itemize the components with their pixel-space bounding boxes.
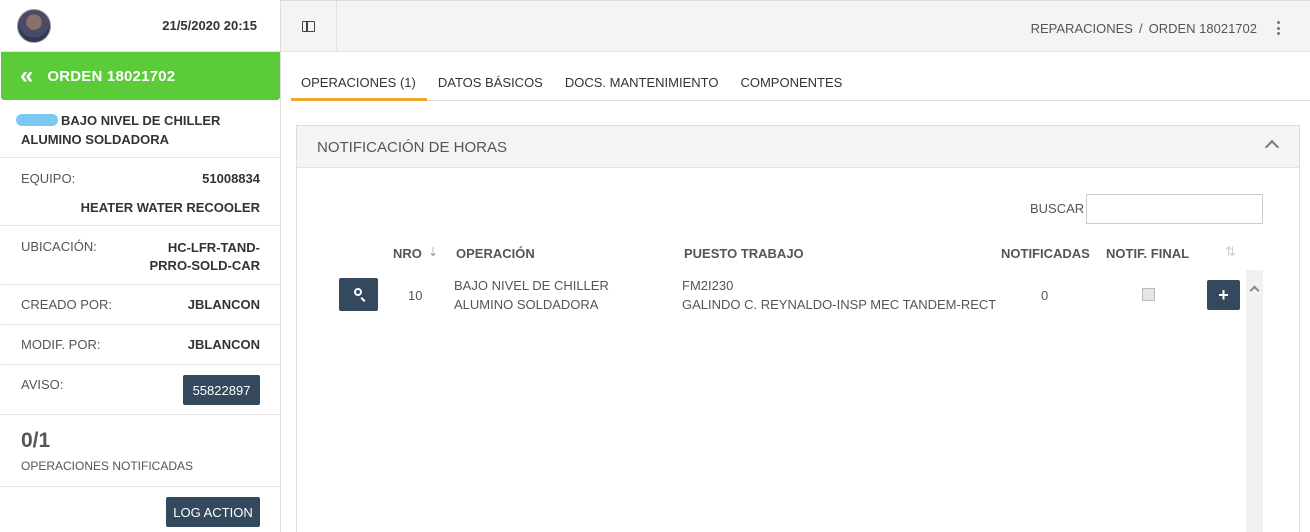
aviso-label: AVISO: (21, 377, 64, 392)
tab-bar: OPERACIONES (1) DATOS BÁSICOS DOCS. MANT… (291, 63, 1310, 101)
ubicacion-value: HC-LFR-TAND- PRRO-SOLD-CAR (149, 240, 261, 273)
more-options-icon[interactable] (1274, 21, 1282, 35)
column-header-notif-final[interactable]: NOTIF. FINAL (1106, 246, 1189, 261)
column-header-notificadas[interactable]: NOTIFICADAS (1001, 246, 1090, 261)
creado-row: CREADO POR: JBLANCON (1, 284, 280, 324)
search-input[interactable] (1086, 194, 1263, 224)
tab-docs-mantenimiento[interactable]: DOCS. MANTENIMIENTO (554, 63, 730, 101)
equipo-row: EQUIPO: 51008834 HEATER WATER RECOOLER (1, 157, 280, 225)
panel-title: NOTIFICACIÓN DE HORAS (317, 139, 508, 156)
modif-value: JBLANCON (187, 337, 260, 352)
equipo-label: EQUIPO: (21, 171, 76, 186)
log-action-button[interactable]: LOG ACTION (166, 497, 260, 527)
log-row: LOG ACTION (1, 486, 280, 532)
cell-puesto-code: FM2I230 (682, 278, 734, 293)
aviso-row: AVISO: 55822897 (1, 364, 280, 414)
cell-notificadas: 0 (1041, 288, 1049, 303)
double-chevron-left-icon[interactable]: « (20, 64, 33, 88)
table-scrollbar[interactable] (1246, 270, 1263, 532)
order-description: BAJO NIVEL DE CHILLER ALUMINO SOLDADORA (16, 111, 261, 149)
sort-icon[interactable]: ⇅ (1225, 244, 1236, 260)
search-label: BUSCAR (1030, 201, 1085, 216)
cell-nro: 10 (408, 288, 423, 303)
ops-label: OPERACIONES NOTIFICADAS (21, 459, 194, 473)
breadcrumb-orden: ORDEN 18021702 (1148, 21, 1257, 36)
creado-label: CREADO POR: (21, 297, 113, 312)
add-notification-button[interactable]: + (1207, 280, 1240, 310)
topbar: REPARACIONES / ORDEN 18021702 (281, 0, 1310, 52)
tab-datos-basicos[interactable]: DATOS BÁSICOS (427, 63, 554, 101)
tab-componentes[interactable]: COMPONENTES (729, 63, 853, 101)
notificacion-panel: NOTIFICACIÓN DE HORAS BUSCAR NRO ⇣ OPERA… (296, 125, 1300, 532)
column-header-nro[interactable]: NRO (393, 246, 422, 261)
ops-count: 0/1 (21, 429, 51, 452)
search-icon (354, 288, 362, 296)
sidebar: 21/5/2020 20:15 « ORDEN 18021702 BAJO NI… (0, 0, 281, 532)
view-operation-button[interactable] (339, 278, 378, 311)
chevron-up-icon[interactable] (1264, 139, 1280, 155)
column-header-puesto[interactable]: PUESTO TRABAJO (684, 246, 804, 261)
breadcrumb: REPARACIONES / ORDEN 18021702 (1030, 21, 1257, 36)
panel-toggle-icon (302, 21, 315, 32)
order-title: ORDEN 18021702 (47, 67, 176, 85)
cell-operacion: BAJO NIVEL DE CHILLER ALUMINO SOLDADORA (454, 278, 609, 312)
notif-final-checkbox[interactable] (1142, 288, 1155, 301)
column-header-operacion[interactable]: OPERACIÓN (456, 246, 535, 261)
cell-puesto-name: GALINDO C. REYNALDO-INSP MEC TANDEM-RECT (682, 297, 997, 312)
sort-descending-icon[interactable]: ⇣ (428, 245, 438, 259)
cell-puesto: FM2I230 GALINDO C. REYNALDO-INSP MEC TAN… (682, 276, 1002, 314)
tab-operaciones[interactable]: OPERACIONES (1) (291, 63, 427, 101)
creado-value: JBLANCON (187, 297, 260, 312)
breadcrumb-reparaciones[interactable]: REPARACIONES (1031, 21, 1133, 36)
equipo-name: HEATER WATER RECOOLER (80, 200, 260, 215)
modif-label: MODIF. POR: (21, 337, 101, 352)
ubicacion-row: UBICACIÓN: HC-LFR-TAND- PRRO-SOLD-CAR (1, 225, 280, 284)
sidebar-header: 21/5/2020 20:15 (0, 0, 280, 52)
avatar[interactable] (17, 9, 51, 43)
operations-summary: 0/1 OPERACIONES NOTIFICADAS (1, 414, 280, 486)
sidebar-toggle-button[interactable] (281, 1, 337, 52)
modif-row: MODIF. POR: JBLANCON (1, 324, 280, 364)
aviso-button[interactable]: 55822897 (183, 375, 260, 405)
redacted-badge (16, 114, 58, 126)
scroll-up-icon[interactable] (1249, 285, 1260, 296)
ubicacion-label: UBICACIÓN: (21, 239, 97, 254)
panel-header[interactable]: NOTIFICACIÓN DE HORAS (297, 126, 1299, 168)
datetime: 21/5/2020 20:15 (162, 18, 257, 33)
equipo-code: 51008834 (202, 171, 260, 186)
order-title-bar: « ORDEN 18021702 (1, 52, 280, 100)
